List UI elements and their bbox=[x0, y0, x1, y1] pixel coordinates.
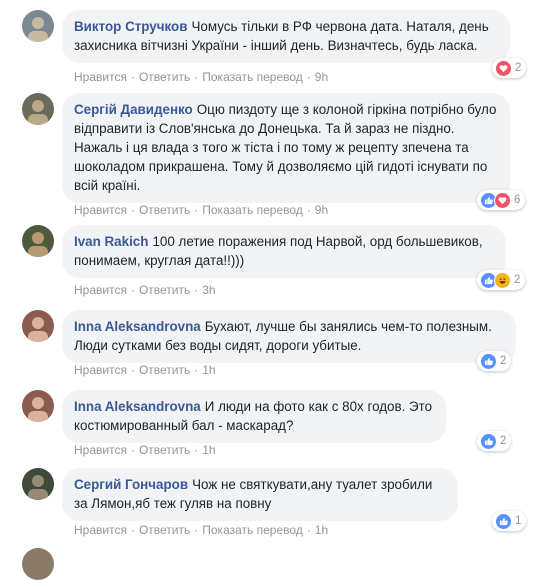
like-link[interactable]: Нравится bbox=[74, 70, 127, 84]
like-link[interactable]: Нравится bbox=[74, 203, 127, 217]
separator: · bbox=[194, 203, 199, 217]
comment-bubble: Сергій Давиденко Оцю пиздоту ще з колоной… bbox=[62, 93, 510, 203]
avatar[interactable] bbox=[22, 310, 54, 342]
reactions-summary[interactable]: 6 bbox=[477, 190, 526, 210]
comment-time[interactable]: 3h bbox=[202, 283, 215, 297]
comment-author[interactable]: Inna Aleksandrovna bbox=[74, 399, 201, 414]
avatar[interactable] bbox=[22, 548, 54, 580]
comment-actions: Нравится · Ответить · 1h bbox=[74, 443, 216, 457]
reactions-summary[interactable]: 1 bbox=[492, 511, 527, 531]
separator: · bbox=[130, 283, 135, 297]
comment-actions: Нравится · Ответить · Показать перевод · 9h bbox=[74, 70, 328, 84]
separator: · bbox=[130, 443, 135, 457]
reaction-count: 2 bbox=[500, 435, 507, 447]
reaction-count: 2 bbox=[500, 355, 507, 367]
comment-author[interactable]: Inna Aleksandrovna bbox=[74, 319, 201, 334]
reply-link[interactable]: Ответить bbox=[139, 363, 190, 377]
like-link[interactable]: Нравится bbox=[74, 443, 127, 457]
love-reaction-icon bbox=[495, 59, 512, 77]
avatar[interactable] bbox=[22, 93, 54, 125]
comment-bubble: Виктор Стручков Чомусь тільки в РФ червон… bbox=[62, 10, 510, 63]
reactions-summary[interactable]: 2 bbox=[477, 270, 526, 290]
separator: · bbox=[130, 363, 135, 377]
reactions-summary[interactable]: 2 bbox=[477, 351, 512, 371]
comment-actions: Нравится · Ответить · Показать перевод · 9h bbox=[74, 203, 328, 217]
comment-time[interactable]: 9h bbox=[315, 70, 328, 84]
reactions-summary[interactable]: 2 bbox=[477, 431, 512, 451]
reactions-summary[interactable]: 2 bbox=[492, 58, 527, 78]
separator: · bbox=[306, 523, 311, 537]
separator: · bbox=[130, 523, 135, 537]
comment-bubble: Inna Aleksandrovna И люди на фото как с 8… bbox=[62, 390, 446, 443]
like-link[interactable]: Нравится bbox=[74, 283, 127, 297]
like-reaction-icon bbox=[480, 432, 497, 450]
reaction-count: 2 bbox=[514, 274, 521, 286]
translate-link[interactable]: Показать перевод bbox=[202, 203, 303, 217]
separator: · bbox=[194, 443, 199, 457]
separator: · bbox=[306, 70, 311, 84]
haha-reaction-icon bbox=[494, 271, 511, 289]
separator: · bbox=[306, 203, 311, 217]
comment-author[interactable]: Ivan Rakich bbox=[74, 234, 148, 249]
comment-author[interactable]: Виктор Стручков bbox=[74, 19, 187, 34]
avatar[interactable] bbox=[22, 10, 54, 42]
avatar[interactable] bbox=[22, 225, 54, 257]
translate-link[interactable]: Показать перевод bbox=[202, 523, 303, 537]
reply-link[interactable]: Ответить bbox=[139, 70, 190, 84]
avatar[interactable] bbox=[22, 468, 54, 500]
reaction-count: 1 bbox=[515, 515, 522, 527]
reply-link[interactable]: Ответить bbox=[139, 443, 190, 457]
love-reaction-icon bbox=[494, 191, 511, 209]
comment-bubble: Сергий Гончаров Чож не святкувати,ану туа… bbox=[62, 468, 458, 521]
reaction-count: 6 bbox=[514, 194, 521, 206]
comment-bubble: Inna Aleksandrovna Бухают, лучше бы занял… bbox=[62, 310, 516, 363]
like-link[interactable]: Нравится bbox=[74, 363, 127, 377]
separator: · bbox=[130, 203, 135, 217]
comment-author[interactable]: Сергий Гончаров bbox=[74, 477, 188, 492]
comment-time[interactable]: 1h bbox=[202, 443, 215, 457]
comment-actions: Нравится · Ответить · 1h bbox=[74, 363, 216, 377]
comment-time[interactable]: 9h bbox=[315, 203, 328, 217]
reaction-count: 2 bbox=[515, 62, 522, 74]
separator: · bbox=[194, 523, 199, 537]
comment-actions: Нравится · Ответить · 3h bbox=[74, 283, 216, 297]
comment-bubble: Ivan Rakich 100 летие поражения под Нарво… bbox=[62, 225, 506, 278]
separator: · bbox=[130, 70, 135, 84]
comments-section: Виктор Стручков Чомусь тільки в РФ червон… bbox=[0, 0, 554, 580]
like-reaction-icon bbox=[480, 352, 497, 370]
reply-link[interactable]: Ответить bbox=[139, 283, 190, 297]
like-link[interactable]: Нравится bbox=[74, 523, 127, 537]
comment-actions: Нравится · Ответить · Показать перевод · 1h bbox=[74, 523, 328, 537]
separator: · bbox=[194, 363, 199, 377]
separator: · bbox=[194, 283, 199, 297]
like-reaction-icon bbox=[495, 512, 512, 530]
avatar[interactable] bbox=[22, 390, 54, 422]
comment-time[interactable]: 1h bbox=[315, 523, 328, 537]
reply-link[interactable]: Ответить bbox=[139, 203, 190, 217]
comment-time[interactable]: 1h bbox=[202, 363, 215, 377]
separator: · bbox=[194, 70, 199, 84]
reply-link[interactable]: Ответить bbox=[139, 523, 190, 537]
comment-author[interactable]: Сергій Давиденко bbox=[74, 102, 193, 117]
translate-link[interactable]: Показать перевод bbox=[202, 70, 303, 84]
